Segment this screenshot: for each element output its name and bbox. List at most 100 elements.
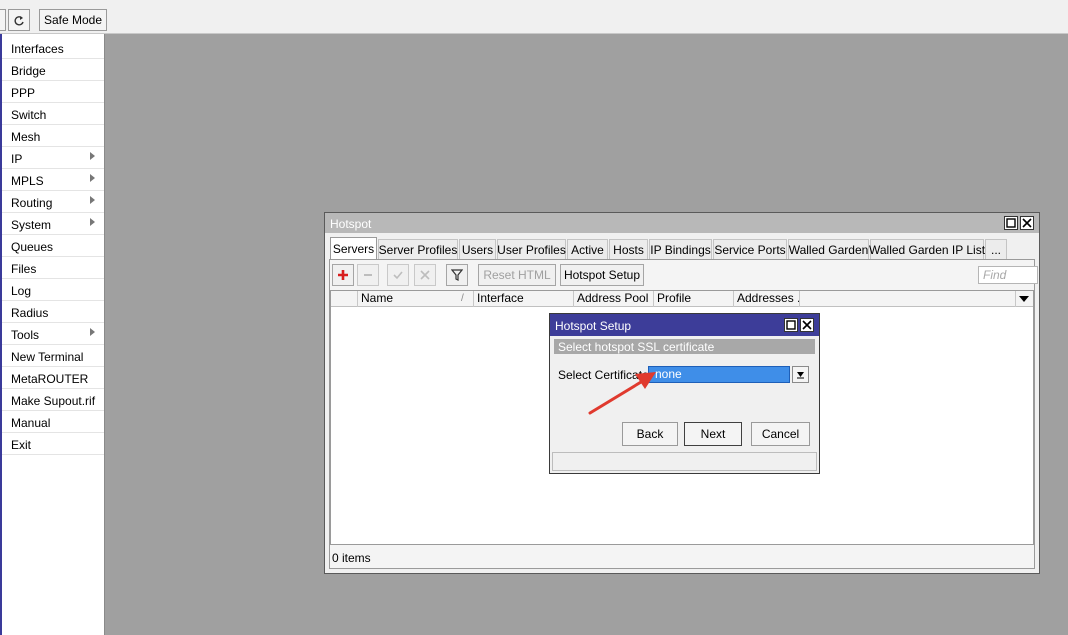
tab-hosts[interactable]: Hosts: [609, 239, 648, 259]
sidebar-item-label: Queues: [11, 240, 54, 254]
tab-service-ports[interactable]: Service Ports: [713, 239, 787, 259]
find-input[interactable]: Find: [978, 266, 1038, 284]
sidebar-item-tools[interactable]: Tools: [2, 323, 104, 345]
sidebar-item-bridge[interactable]: Bridge: [2, 59, 104, 81]
tab-active[interactable]: Active: [567, 239, 608, 259]
submenu-arrow-icon: [90, 196, 95, 204]
cross-icon: [420, 270, 430, 280]
sidebar: Interfaces Bridge PPP Switch Mesh IP MPLS Routi…: [2, 34, 105, 635]
filter-icon: [451, 269, 463, 281]
hotspot-title: Hotspot: [330, 217, 372, 231]
sidebar-item-label: New Terminal: [11, 350, 84, 364]
sort-icon: /: [461, 293, 464, 304]
column-chooser[interactable]: [1015, 291, 1033, 307]
maximize-icon: [1006, 218, 1016, 228]
tab-more[interactable]: ...: [985, 239, 1007, 259]
tab-ip-bindings[interactable]: IP Bindings: [649, 239, 712, 259]
tab-walled-garden-ip-list[interactable]: Walled Garden IP List: [869, 239, 985, 259]
hotspot-titlebar[interactable]: Hotspot: [325, 213, 1039, 233]
table-header: Name / Interface Address Pool Profile Ad…: [331, 291, 1033, 307]
sidebar-item-label: Files: [11, 262, 37, 276]
dialog-title: Hotspot Setup: [555, 319, 632, 333]
tab-users[interactable]: Users: [459, 239, 496, 259]
enable-button[interactable]: [387, 264, 409, 286]
redo-button[interactable]: [8, 9, 30, 31]
dialog-step-banner: Select hotspot SSL certificate: [554, 339, 815, 354]
status-bar: 0 items: [330, 546, 1034, 568]
sidebar-item-routing[interactable]: Routing: [2, 191, 104, 213]
dropdown-arrow-icon: [1019, 296, 1029, 302]
sidebar-item-label: Routing: [11, 196, 53, 210]
sidebar-item-exit[interactable]: Exit: [2, 433, 104, 455]
sidebar-item-label: Tools: [11, 328, 40, 342]
hotspot-setup-button[interactable]: Hotspot Setup: [560, 264, 644, 286]
toolbar-left-stub[interactable]: [0, 9, 6, 31]
dialog-maximize-button[interactable]: [784, 318, 798, 332]
sidebar-item-queues[interactable]: Queues: [2, 235, 104, 257]
sidebar-item-label: Make Supout.rif: [11, 394, 96, 408]
submenu-arrow-icon: [90, 152, 95, 160]
sidebar-item-ppp[interactable]: PPP: [2, 81, 104, 103]
column-address-pool[interactable]: Address Pool: [574, 291, 654, 307]
column-profile[interactable]: Profile: [654, 291, 734, 307]
column-name[interactable]: Name /: [358, 291, 474, 307]
sidebar-item-files[interactable]: Files: [2, 257, 104, 279]
sidebar-item-label: MetaROUTER: [11, 372, 89, 386]
submenu-arrow-icon: [90, 328, 95, 336]
sidebar-item-manual[interactable]: Manual: [2, 411, 104, 433]
sidebar-item-label: PPP: [11, 86, 36, 100]
tab-server-profiles[interactable]: Server Profiles: [378, 239, 458, 259]
tab-user-profiles[interactable]: User Profiles: [497, 239, 566, 259]
dropdown-arrow-icon: [797, 372, 804, 379]
minus-icon: [364, 274, 372, 276]
dialog-titlebar[interactable]: Hotspot Setup: [550, 314, 819, 336]
sidebar-item-radius[interactable]: Radius: [2, 301, 104, 323]
plus-icon: [338, 270, 348, 280]
dialog-status-bar: [552, 452, 817, 471]
redo-icon: [14, 16, 24, 26]
column-marker: [331, 291, 358, 307]
sidebar-item-label: Exit: [11, 438, 32, 452]
sidebar-item-label: Switch: [11, 108, 47, 122]
check-icon: [393, 271, 403, 280]
sidebar-item-log[interactable]: Log: [2, 279, 104, 301]
column-name-label: Name: [361, 291, 394, 305]
sidebar-item-switch[interactable]: Switch: [2, 103, 104, 125]
step-description: Select hotspot SSL certificate: [558, 340, 715, 354]
submenu-arrow-icon: [90, 218, 95, 226]
sidebar-item-interfaces[interactable]: Interfaces: [2, 37, 104, 59]
sidebar-item-label: Mesh: [11, 130, 41, 144]
submenu-arrow-icon: [90, 174, 95, 182]
reset-html-button[interactable]: Reset HTML: [478, 264, 556, 286]
close-icon: [1022, 218, 1032, 228]
main-toolbar: Safe Mode: [0, 6, 1068, 34]
sidebar-item-mesh[interactable]: Mesh: [2, 125, 104, 147]
column-addresses[interactable]: Addresses ...: [734, 291, 800, 307]
sidebar-item-make-supout-rif[interactable]: Make Supout.rif: [2, 389, 104, 411]
add-button[interactable]: [332, 264, 354, 286]
remove-button[interactable]: [357, 264, 379, 286]
maximize-icon: [786, 320, 796, 330]
tab-servers[interactable]: Servers: [330, 237, 377, 259]
cancel-button[interactable]: Cancel: [751, 422, 810, 446]
next-button[interactable]: Next: [684, 422, 742, 446]
disable-button[interactable]: [414, 264, 436, 286]
sidebar-item-ip[interactable]: IP: [2, 147, 104, 169]
column-interface[interactable]: Interface: [474, 291, 574, 307]
certificate-dropdown-button[interactable]: [792, 366, 809, 383]
sidebar-item-mpls[interactable]: MPLS: [2, 169, 104, 191]
tab-walled-garden[interactable]: Walled Garden: [788, 239, 869, 259]
sidebar-item-new-terminal[interactable]: New Terminal: [2, 345, 104, 367]
close-icon: [802, 320, 812, 330]
sidebar-item-metarouter[interactable]: MetaROUTER: [2, 367, 104, 389]
maximize-button[interactable]: [1004, 216, 1018, 230]
filter-button[interactable]: [446, 264, 468, 286]
sidebar-item-label: MPLS: [11, 174, 44, 188]
sidebar-item-system[interactable]: System: [2, 213, 104, 235]
safe-mode-button[interactable]: Safe Mode: [39, 9, 107, 31]
close-button[interactable]: [1020, 216, 1034, 230]
back-button[interactable]: Back: [622, 422, 678, 446]
sidebar-item-label: Manual: [11, 416, 51, 430]
dialog-close-button[interactable]: [800, 318, 814, 332]
annotation-arrow: [588, 372, 656, 415]
